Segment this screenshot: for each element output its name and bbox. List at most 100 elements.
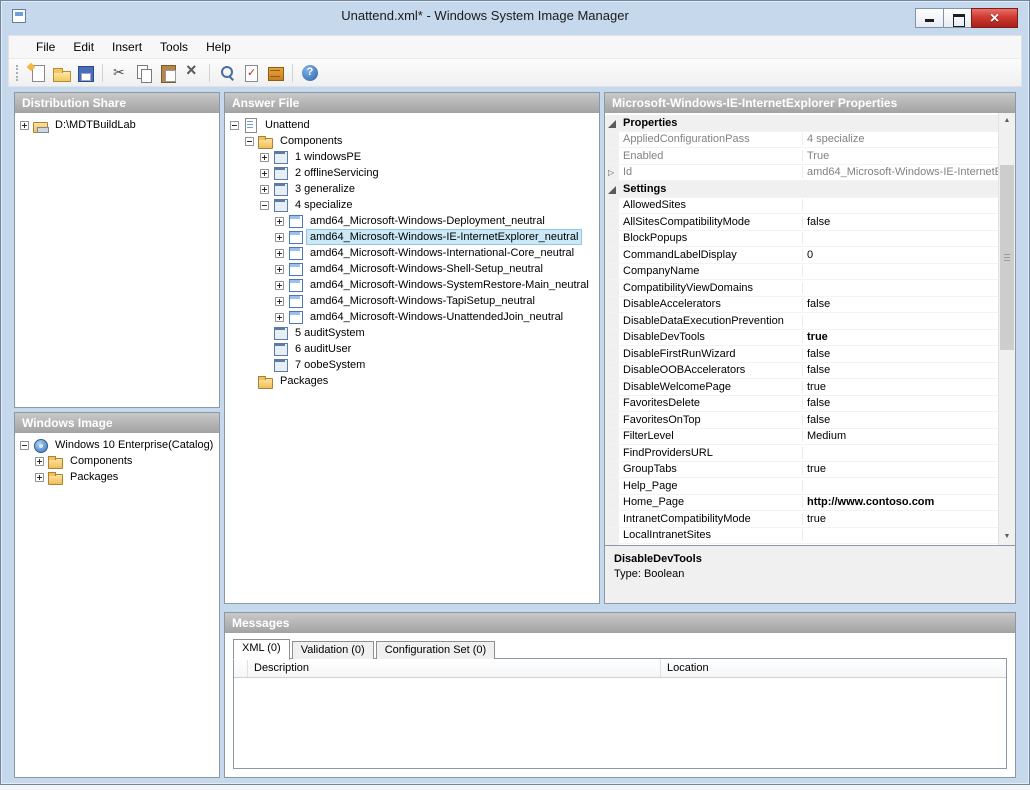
property-value[interactable]: false <box>803 348 998 360</box>
property-value[interactable]: false <box>803 414 998 426</box>
tree-item[interactable]: amd64_Microsoft-Windows-International-Co… <box>225 245 599 261</box>
save-icon[interactable] <box>74 62 96 84</box>
property-row[interactable]: DisableDevToolstrue <box>605 330 998 347</box>
property-value[interactable]: 0 <box>803 249 998 261</box>
tree-item[interactable]: D:\MDTBuildLab <box>15 117 219 133</box>
property-row[interactable]: BlockPopups <box>605 231 998 248</box>
tree-item[interactable]: 4 specialize <box>225 197 599 213</box>
scroll-thumb[interactable] <box>1000 165 1014 350</box>
expand-toggle-icon[interactable] <box>275 297 284 306</box>
property-value[interactable]: false <box>803 298 998 310</box>
expand-toggle-icon[interactable] <box>275 265 284 274</box>
close-button[interactable] <box>971 8 1018 28</box>
expand-toggle-icon[interactable] <box>275 249 284 258</box>
expand-toggle-icon[interactable] <box>275 281 284 290</box>
scroll-up-icon[interactable] <box>999 113 1015 129</box>
tree-item[interactable]: amd64_Microsoft-Windows-Shell-Setup_neut… <box>225 261 599 277</box>
menu-item-edit[interactable]: Edit <box>64 37 103 57</box>
tree-item[interactable]: Windows 10 Enterprise(Catalog) <box>15 437 219 453</box>
expand-toggle-icon[interactable] <box>245 137 254 146</box>
row-expand-icon[interactable] <box>605 165 619 181</box>
cut-icon[interactable] <box>109 62 131 84</box>
property-value[interactable]: false <box>803 216 998 228</box>
messages-tab[interactable]: XML (0) <box>233 639 290 660</box>
property-value[interactable]: amd64_Microsoft-Windows-IE-InternetEx <box>803 166 998 178</box>
menu-item-file[interactable]: File <box>27 37 64 57</box>
find-icon[interactable] <box>216 62 238 84</box>
expand-toggle-icon[interactable] <box>35 473 44 482</box>
category-expanded-icon[interactable] <box>605 181 619 197</box>
create-configuration-set-icon[interactable] <box>264 62 286 84</box>
tree-item[interactable]: 3 generalize <box>225 181 599 197</box>
messages-list[interactable]: Description Location <box>233 658 1007 769</box>
properties-scrollbar[interactable] <box>998 113 1015 545</box>
expand-toggle-icon[interactable] <box>260 185 269 194</box>
copy-icon[interactable] <box>133 62 155 84</box>
property-row[interactable]: Help_Page <box>605 478 998 495</box>
property-value[interactable]: true <box>803 381 998 393</box>
property-value[interactable]: false <box>803 364 998 376</box>
validate-answer-file-icon[interactable] <box>240 62 262 84</box>
help-icon[interactable] <box>299 62 321 84</box>
scroll-down-icon[interactable] <box>999 529 1015 545</box>
expand-toggle-icon[interactable] <box>20 441 29 450</box>
property-row[interactable]: AppliedConfigurationPass4 specialize <box>605 132 998 149</box>
property-row[interactable]: DisableWelcomePagetrue <box>605 379 998 396</box>
tree-item[interactable]: 5 auditSystem <box>225 325 599 341</box>
property-row[interactable]: CompanyName <box>605 264 998 281</box>
maximize-button[interactable] <box>943 8 972 28</box>
tree-item[interactable]: Components <box>15 453 219 469</box>
property-value[interactable]: false <box>803 397 998 409</box>
property-row[interactable]: Home_Pagehttp://www.contoso.com <box>605 495 998 512</box>
property-row[interactable]: GroupTabstrue <box>605 462 998 479</box>
tree-item[interactable]: 1 windowsPE <box>225 149 599 165</box>
tree-item[interactable]: Unattend <box>225 117 599 133</box>
messages-tab[interactable]: Configuration Set (0) <box>376 641 496 659</box>
property-category[interactable]: Properties <box>605 115 998 132</box>
property-row[interactable]: DisableOOBAcceleratorsfalse <box>605 363 998 380</box>
expand-toggle-icon[interactable] <box>260 201 269 210</box>
description-column-header[interactable]: Description <box>248 659 661 677</box>
tree-item[interactable]: Packages <box>225 373 599 389</box>
property-row[interactable]: FindProvidersURL <box>605 445 998 462</box>
tree-item[interactable]: Packages <box>15 469 219 485</box>
property-value[interactable]: 4 specialize <box>803 133 998 145</box>
titlebar[interactable]: Unattend.xml* - Windows System Image Man… <box>1 1 1029 35</box>
menu-item-tools[interactable]: Tools <box>151 37 197 57</box>
property-row[interactable]: AllSitesCompatibilityModefalse <box>605 214 998 231</box>
property-row[interactable]: FilterLevelMedium <box>605 429 998 446</box>
property-row[interactable]: CompatibilityViewDomains <box>605 280 998 297</box>
expand-toggle-icon[interactable] <box>230 121 239 130</box>
property-row[interactable]: DisableFirstRunWizardfalse <box>605 346 998 363</box>
menu-item-insert[interactable]: Insert <box>103 37 151 57</box>
property-row[interactable]: DisableDataExecutionPrevention <box>605 313 998 330</box>
property-value[interactable]: true <box>803 513 998 525</box>
tree-item[interactable]: Components <box>225 133 599 149</box>
property-value[interactable]: True <box>803 150 998 162</box>
property-row[interactable]: DisableAcceleratorsfalse <box>605 297 998 314</box>
tree-item[interactable]: 7 oobeSystem <box>225 357 599 373</box>
paste-icon[interactable] <box>157 62 179 84</box>
location-column-header[interactable]: Location <box>661 659 1006 677</box>
property-row[interactable]: CommandLabelDisplay0 <box>605 247 998 264</box>
tree-item[interactable]: amd64_Microsoft-Windows-TapiSetup_neutra… <box>225 293 599 309</box>
property-row[interactable]: FavoritesOnTopfalse <box>605 412 998 429</box>
expand-toggle-icon[interactable] <box>260 169 269 178</box>
new-answer-file-icon[interactable] <box>26 62 48 84</box>
tree-item[interactable]: amd64_Microsoft-Windows-SystemRestore-Ma… <box>225 277 599 293</box>
property-row[interactable]: IntranetCompatibilityModetrue <box>605 511 998 528</box>
icon-column-header[interactable] <box>234 659 248 677</box>
open-icon[interactable] <box>50 62 72 84</box>
tree-item[interactable]: amd64_Microsoft-Windows-IE-InternetExplo… <box>225 229 599 245</box>
property-value[interactable]: true <box>803 463 998 475</box>
property-category[interactable]: Settings <box>605 181 998 198</box>
expand-toggle-icon[interactable] <box>275 233 284 242</box>
expand-toggle-icon[interactable] <box>260 153 269 162</box>
tree-item[interactable]: 6 auditUser <box>225 341 599 357</box>
property-value[interactable]: http://www.contoso.com <box>803 496 998 508</box>
tree-item[interactable]: amd64_Microsoft-Windows-Deployment_neutr… <box>225 213 599 229</box>
property-row[interactable]: FavoritesDeletefalse <box>605 396 998 413</box>
expand-toggle-icon[interactable] <box>275 217 284 226</box>
expand-toggle-icon[interactable] <box>275 313 284 322</box>
tree-item[interactable]: amd64_Microsoft-Windows-UnattendedJoin_n… <box>225 309 599 325</box>
